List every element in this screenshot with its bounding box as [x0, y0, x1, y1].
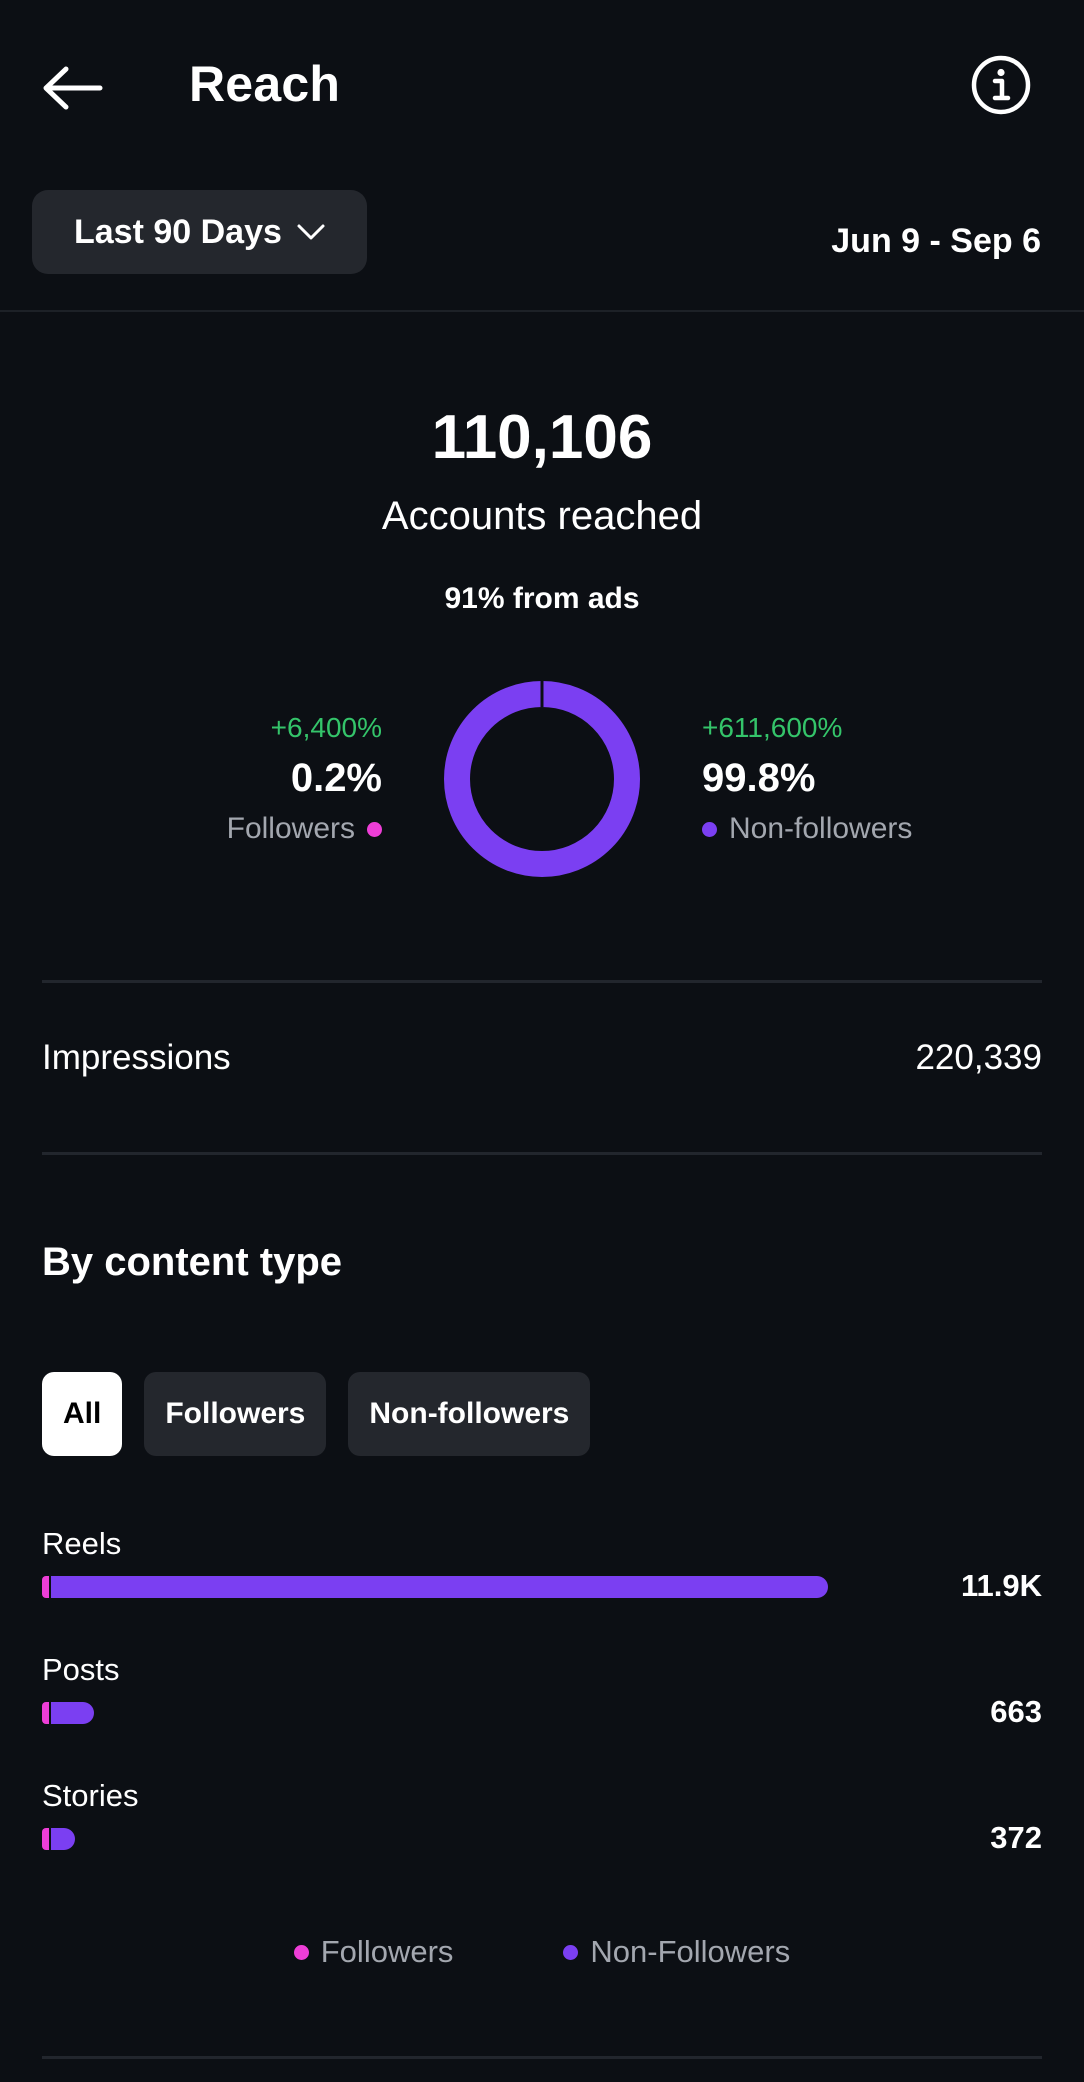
divider: [42, 1152, 1042, 1155]
tab-all[interactable]: All: [42, 1372, 123, 1456]
content-type-row-posts: Posts 663: [42, 1652, 1042, 1762]
date-range-dropdown[interactable]: Last 90 Days: [32, 190, 367, 274]
tab-followers[interactable]: Followers: [144, 1372, 327, 1456]
legend-dot: [563, 1944, 579, 1960]
followers-percent: 0.2%: [290, 756, 382, 800]
followers-stats: +6,400% 0.2% Followers: [227, 712, 382, 852]
bar-label: Stories: [42, 1778, 139, 1813]
bar-followers-segment: [42, 1702, 49, 1724]
info-button[interactable]: [970, 54, 1032, 116]
followers-label: Followers: [226, 812, 355, 845]
bar-track: [42, 1828, 832, 1850]
followers-dot: [367, 821, 382, 837]
content-type-row-reels: Reels 11.9K: [42, 1526, 1042, 1636]
divider: [0, 310, 1084, 312]
non-followers-stats: +611,600% 99.8% Non-followers: [702, 712, 912, 852]
content-type-tabs: All Followers Non-followers: [42, 1372, 591, 1456]
non-followers-dot: [702, 821, 717, 837]
divider: [42, 2056, 1042, 2059]
chart-legend: Followers Non-Followers: [0, 1934, 1084, 1970]
legend-dot: [293, 1944, 309, 1960]
legend-label: Non-Followers: [590, 1934, 791, 1969]
content-type-row-stories: Stories 372: [42, 1778, 1042, 1888]
bar-label: Posts: [42, 1652, 120, 1687]
followers-change: +6,400%: [270, 712, 382, 743]
audience-donut-chart: [444, 681, 640, 877]
tab-non-followers[interactable]: Non-followers: [348, 1372, 591, 1456]
date-range-dropdown-label: Last 90 Days: [74, 212, 282, 251]
reach-screen: Reach Last 90 Days Jun 9 - Sep 6 110,106…: [0, 0, 1084, 2082]
donut-non-followers-segment: [444, 681, 640, 877]
legend-label: Followers: [320, 1934, 454, 1969]
bar-non-followers-segment: [51, 1702, 95, 1724]
back-button[interactable]: [40, 58, 106, 118]
bar-track: [42, 1702, 832, 1724]
arrow-left-icon: [43, 66, 103, 110]
bar-followers-segment: [42, 1576, 49, 1598]
accounts-reached-label: Accounts reached: [381, 494, 703, 538]
bar-value: 663: [990, 1694, 1042, 1729]
non-followers-label: Non-followers: [729, 812, 913, 845]
bar-non-followers-segment: [51, 1828, 76, 1850]
bar-track: [42, 1576, 832, 1598]
impressions-value: 220,339: [915, 1038, 1042, 1077]
non-followers-percent: 99.8%: [702, 756, 816, 800]
legend-item-followers: Followers: [293, 1934, 454, 1970]
chevron-down-icon: [297, 224, 325, 240]
bar-followers-segment: [42, 1828, 49, 1850]
content-type-title: By content type: [42, 1240, 343, 1284]
page-title: Reach: [189, 56, 341, 112]
impressions-label: Impressions: [42, 1038, 231, 1077]
accounts-reached-count: 110,106: [431, 403, 653, 472]
legend-item-non-followers: Non-Followers: [563, 1934, 790, 1970]
non-followers-change: +611,600%: [702, 712, 843, 743]
date-range-text: Jun 9 - Sep 6: [831, 222, 1041, 260]
header: Reach: [0, 0, 1084, 170]
bar-non-followers-segment: [51, 1576, 828, 1598]
info-circle-icon: [971, 55, 1031, 115]
divider: [42, 980, 1042, 983]
bar-value: 372: [990, 1820, 1042, 1855]
bar-label: Reels: [42, 1526, 122, 1561]
bar-value: 11.9K: [960, 1568, 1042, 1603]
ads-share-text: 91% from ads: [444, 582, 640, 615]
